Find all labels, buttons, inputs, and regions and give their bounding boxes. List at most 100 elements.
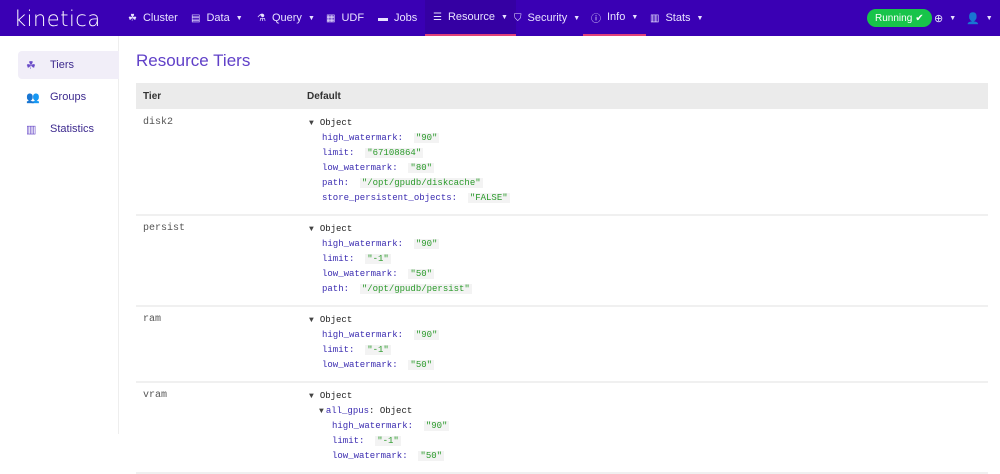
colon: : <box>392 269 409 279</box>
property-value: "FALSE" <box>467 193 510 203</box>
sidebar-item-tiers[interactable]: ☘ Tiers <box>18 51 119 79</box>
sidebar-item-groups[interactable]: 👥 Groups <box>18 83 119 111</box>
nav-info[interactable]: ⓘ Info ▼ <box>583 0 647 36</box>
nav-data[interactable]: ▤ Data ▼ <box>183 0 251 36</box>
nav-label: Query <box>271 12 302 24</box>
tree-line: limit: "-1" <box>309 343 439 358</box>
nav-label: Info <box>607 11 626 23</box>
property-key: low_watermark <box>322 163 393 173</box>
property-key: path <box>322 178 344 188</box>
table-row: persist ▼ Object high_watermark: "90" limit:… <box>136 216 988 307</box>
chevron-down-icon: ▼ <box>631 13 639 21</box>
jobs-icon: ▬ <box>378 12 388 24</box>
tree-line: ▼ Object <box>309 222 472 237</box>
tree-line: store_persistent_objects: "FALSE" <box>309 191 510 206</box>
property-key: limit <box>322 345 350 355</box>
check-icon: ✔ <box>915 12 924 24</box>
property-value: "/opt/gpudb/persist" <box>359 284 472 294</box>
statistics-icon: ▥ <box>26 123 37 136</box>
nav-cluster[interactable]: ☘ Cluster <box>120 0 186 36</box>
nav-security[interactable]: ⛉ Security ▼ <box>506 0 588 36</box>
collapse-toggle-icon[interactable]: ▼ <box>309 316 314 325</box>
colon: : <box>451 193 468 203</box>
property-value: "50" <box>408 269 435 279</box>
column-header-tier: Tier <box>143 91 162 102</box>
colon: : <box>343 178 360 188</box>
tier-name: ram <box>143 314 162 325</box>
colon: : <box>392 163 409 173</box>
object-label: Object <box>319 391 353 401</box>
chevron-down-icon: ▼ <box>235 14 243 22</box>
nav-query[interactable]: ⚗ Query ▼ <box>249 0 323 36</box>
nav-stats[interactable]: ▥ Stats ▼ <box>642 0 711 36</box>
json-tree: ▼ Object high_watermark: "90" limit: "67108… <box>309 116 510 206</box>
grid-icon: ▦ <box>326 12 336 24</box>
sliders-icon: ☰ <box>433 11 442 23</box>
top-navbar: kinetica Running ✔ ⊕ ▼ 👤 ▼ ☘ Cluster ▤ Data ▼ ⚗ Q… <box>0 0 1000 36</box>
kinetica-logo[interactable]: kinetica <box>14 7 101 31</box>
property-value: "90" <box>413 133 440 143</box>
nav-resource[interactable]: ☰ Resource ▼ <box>425 0 516 36</box>
info-icon: ⓘ <box>591 13 601 25</box>
property-value: "50" <box>418 451 445 461</box>
tree-line: low_watermark: "80" <box>309 161 510 176</box>
property-key: limit <box>332 436 360 446</box>
table-row: disk2 ▼ Object high_watermark: "90" limit: "… <box>136 110 988 216</box>
colon: : <box>397 133 414 143</box>
collapse-toggle-icon[interactable]: ▼ <box>309 225 314 234</box>
property-key: low_watermark <box>322 360 393 370</box>
property-value: "50" <box>408 360 435 370</box>
property-value: "90" <box>423 421 450 431</box>
chevron-down-icon: ▼ <box>307 14 315 22</box>
property-value: "90" <box>413 330 440 340</box>
user-icon: 👤 <box>966 12 980 25</box>
property-key: high_watermark <box>322 133 398 143</box>
property-key: low_watermark <box>332 451 403 461</box>
database-icon: ▤ <box>191 12 201 24</box>
tier-name: persist <box>143 223 186 234</box>
column-header-default: Default <box>307 91 341 102</box>
colon: : <box>349 345 366 355</box>
collapse-toggle-icon[interactable]: ▼ <box>319 407 324 416</box>
chevron-down-icon: ▼ <box>696 14 704 22</box>
collapse-toggle-icon[interactable]: ▼ <box>309 119 314 128</box>
tree-line: limit: "67108864" <box>309 146 510 161</box>
property-value: "67108864" <box>365 148 424 158</box>
sidebar-item-statistics[interactable]: ▥ Statistics <box>18 115 119 143</box>
sidebar-item-label: Groups <box>50 91 87 103</box>
nav-label: UDF <box>341 12 365 24</box>
colon: : <box>359 436 376 446</box>
tree-line: limit: "-1" <box>309 252 472 267</box>
nav-jobs[interactable]: ▬ Jobs <box>370 0 425 36</box>
tree-line: high_watermark: "90" <box>309 237 472 252</box>
object-label: Object <box>379 406 413 416</box>
property-value: "-1" <box>365 345 391 355</box>
nav-label: Stats <box>665 12 691 24</box>
tier-name: disk2 <box>143 117 174 128</box>
sidebar-item-label: Tiers <box>50 59 75 71</box>
nav-udf[interactable]: ▦ UDF <box>318 0 372 36</box>
chevron-down-icon: ▼ <box>949 14 957 22</box>
page-title: Resource Tiers <box>136 51 251 70</box>
table-row: vram ▼ Object ▼ all_gpus: Object high_waterma… <box>136 383 988 474</box>
nav-label: Security <box>527 12 568 24</box>
tree-line: ▼ Object <box>309 313 439 328</box>
colon: : <box>402 451 419 461</box>
flask-icon: ⚗ <box>257 12 266 24</box>
table-row: ram ▼ Object high_watermark: "90" limit: "-1… <box>136 307 988 383</box>
colon: : <box>349 148 366 158</box>
tree-line: high_watermark: "90" <box>309 419 450 434</box>
tree-line: ▼ all_gpus: Object <box>319 406 413 416</box>
colon: : <box>343 284 360 294</box>
tree-line: ▼ Object <box>309 389 449 404</box>
tree-line: path: "/opt/gpudb/persist" <box>309 282 472 297</box>
property-key: path <box>322 284 344 294</box>
collapse-toggle-icon[interactable]: ▼ <box>309 392 314 401</box>
status-badge: Running ✔ <box>867 9 932 27</box>
tree-line: low_watermark: "50" <box>309 449 449 464</box>
property-key: limit <box>322 254 350 264</box>
property-key: all_gpus <box>325 406 370 416</box>
user-menu[interactable]: 👤 ▼ <box>958 0 1000 36</box>
property-value: "-1" <box>375 436 401 446</box>
property-key: store_persistent_objects <box>322 193 452 203</box>
